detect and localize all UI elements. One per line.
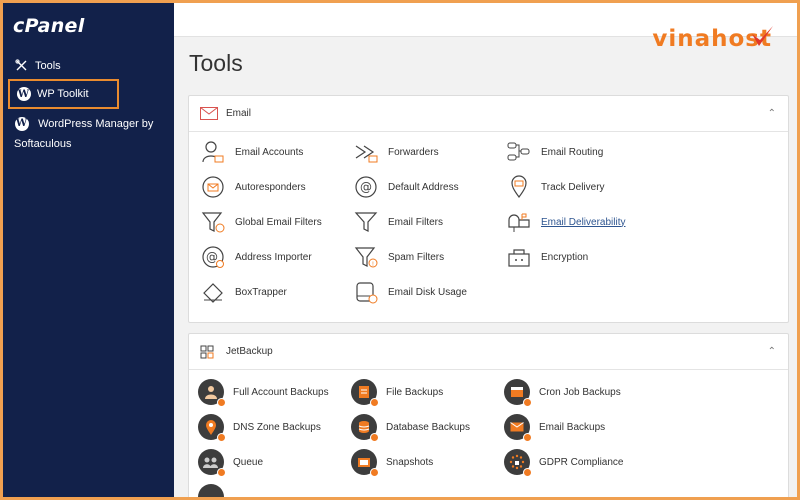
- tool-full-account-backups[interactable]: Full Account Backups: [198, 377, 329, 407]
- tool-queue[interactable]: Queue: [198, 447, 263, 477]
- wordpress-icon: W: [14, 117, 29, 132]
- autoresponders-icon: [200, 174, 226, 200]
- tool-global-email-filters[interactable]: Global Email Filters: [200, 207, 322, 237]
- jetbackup-panel-header[interactable]: JetBackup ⌃: [189, 334, 788, 370]
- svg-text:@: @: [206, 250, 218, 264]
- dns-zone-backups-icon: [198, 414, 226, 442]
- spam-filters-icon: !: [353, 244, 379, 270]
- tool-email-disk-usage[interactable]: Email Disk Usage: [353, 277, 467, 307]
- sidebar-item-wordpress-manager[interactable]: W WordPress Manager by Softaculous: [14, 114, 164, 154]
- chevron-up-icon[interactable]: ⌃: [768, 108, 776, 119]
- sidebar-item-label: WP Toolkit: [37, 88, 89, 100]
- email-panel-header[interactable]: Email ⌃: [189, 96, 788, 132]
- email-routing-icon: [506, 139, 532, 165]
- file-backups-icon: [351, 379, 379, 407]
- database-backups-icon: [351, 414, 379, 442]
- jetbackup-partial-icon: [198, 484, 224, 500]
- chevron-up-icon[interactable]: ⌃: [768, 346, 776, 357]
- address-importer-icon: @: [200, 244, 226, 270]
- gdpr-compliance-icon: [504, 449, 532, 477]
- vinahost-check-icon: [752, 26, 773, 46]
- jetbackup-grid-icon: [200, 345, 218, 359]
- email-filters-icon: [353, 209, 379, 235]
- track-delivery-icon: [506, 174, 532, 200]
- forwarders-icon: [353, 139, 379, 165]
- boxtrapper-icon: [200, 279, 226, 305]
- panel-title: JetBackup: [226, 346, 273, 357]
- tool-snapshots[interactable]: Snapshots: [351, 447, 433, 477]
- tool-address-importer[interactable]: @ Address Importer: [200, 242, 312, 272]
- tool-autoresponders[interactable]: Autoresponders: [200, 172, 306, 202]
- sidebar: cPanel Tools W WP Toolkit W WordPress Ma…: [0, 0, 174, 500]
- global-email-filters-icon: [200, 209, 226, 235]
- tool-email-filters[interactable]: Email Filters: [353, 207, 443, 237]
- cron-job-backups-icon: [504, 379, 532, 407]
- tool-cron-job-backups[interactable]: Cron Job Backups: [504, 377, 621, 407]
- snapshots-icon: [351, 449, 379, 477]
- tool-email-backups[interactable]: Email Backups: [504, 412, 605, 442]
- tool-boxtrapper[interactable]: BoxTrapper: [200, 277, 287, 307]
- default-address-icon: @: [353, 174, 379, 200]
- queue-icon: [198, 449, 226, 477]
- page-title: Tools: [189, 50, 243, 76]
- tool-spam-filters[interactable]: ! Spam Filters: [353, 242, 444, 272]
- email-backups-icon: [504, 414, 532, 442]
- sidebar-item-tools[interactable]: Tools: [14, 58, 61, 73]
- cpanel-logo[interactable]: cPanel: [13, 15, 85, 37]
- panel-title: Email: [226, 108, 252, 119]
- tool-track-delivery[interactable]: Track Delivery: [506, 172, 605, 202]
- tool-database-backups[interactable]: Database Backups: [351, 412, 470, 442]
- email-panel: Email ⌃ Email Accounts Forwarders Email …: [188, 95, 789, 323]
- wordpress-icon: W: [16, 87, 31, 101]
- email-disk-usage-icon: [353, 279, 379, 305]
- full-account-backups-icon: [198, 379, 226, 407]
- tool-partial[interactable]: [198, 482, 233, 500]
- tool-email-deliverability[interactable]: Email Deliverability: [506, 207, 625, 237]
- sidebar-item-label: Tools: [35, 59, 61, 72]
- svg-text:@: @: [360, 180, 372, 194]
- email-deliverability-icon: [506, 209, 532, 235]
- tool-file-backups[interactable]: File Backups: [351, 377, 443, 407]
- encryption-icon: [506, 244, 532, 270]
- tool-encryption[interactable]: Encryption: [506, 242, 588, 272]
- sidebar-item-label: WordPress Manager by Softaculous: [14, 118, 154, 150]
- envelope-icon: [200, 106, 218, 121]
- tool-email-accounts[interactable]: Email Accounts: [200, 137, 303, 167]
- tool-email-routing[interactable]: Email Routing: [506, 137, 603, 167]
- tool-default-address[interactable]: @ Default Address: [353, 172, 459, 202]
- tool-gdpr-compliance[interactable]: GDPR Compliance: [504, 447, 623, 477]
- jetbackup-panel: JetBackup ⌃ Full Account Backups File Ba…: [188, 333, 789, 500]
- sidebar-item-wp-toolkit[interactable]: W WP Toolkit: [8, 79, 119, 109]
- email-accounts-icon: [200, 139, 226, 165]
- tool-forwarders[interactable]: Forwarders: [353, 137, 439, 167]
- tools-icon: [14, 58, 29, 73]
- tool-dns-zone-backups[interactable]: DNS Zone Backups: [198, 412, 321, 442]
